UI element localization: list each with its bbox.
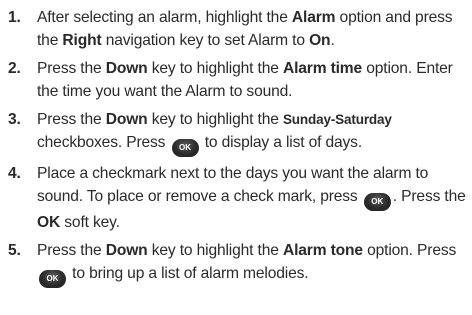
step-text: navigation key to set Alarm to <box>101 32 310 49</box>
bold-term: Alarm tone <box>282 242 363 259</box>
step-text: soft key. <box>60 214 120 231</box>
bold-term: Down <box>105 242 148 259</box>
step-text: Press the <box>37 111 106 128</box>
step-text: . <box>330 32 335 49</box>
step-text: After selecting an alarm, highlight the <box>37 9 292 26</box>
ok-key-icon: OK <box>363 193 391 211</box>
step-text: to display a list of days. <box>200 134 363 151</box>
ok-key-icon: OK <box>39 270 66 288</box>
bold-term: Sunday-Saturday <box>282 112 392 127</box>
step-text: to bring up a list of alarm melodies. <box>68 265 309 282</box>
step-number: 5. <box>8 242 21 259</box>
instruction-steps: 1. After selecting an alarm, highlight t… <box>8 6 466 288</box>
step-3: 3. Press the Down key to highlight the S… <box>8 108 466 157</box>
bold-term: Down <box>105 111 148 128</box>
bold-term: Down <box>105 60 148 77</box>
bold-term: Alarm <box>291 9 336 26</box>
step-number: 4. <box>8 165 21 182</box>
step-number: 3. <box>8 111 21 128</box>
bold-term: On <box>309 32 331 49</box>
step-text: option. Press <box>362 242 457 259</box>
step-text: key to highlight the <box>147 60 283 77</box>
step-text: checkboxes. Press <box>37 134 170 151</box>
document-page: 1. After selecting an alarm, highlight t… <box>0 0 472 315</box>
bold-term: Alarm time <box>282 60 363 77</box>
step-1: 1. After selecting an alarm, highlight t… <box>8 6 466 52</box>
step-text: key to highlight the <box>147 111 283 128</box>
bold-term: Right <box>62 32 102 49</box>
ok-key-icon: OK <box>171 139 199 157</box>
step-text: . Press the <box>392 188 466 205</box>
step-4: 4. Place a checkmark next to the days yo… <box>8 162 466 234</box>
step-5: 5. Press the Down key to highlight the A… <box>8 239 466 288</box>
step-text: Press the <box>37 60 106 77</box>
step-2: 2. Press the Down key to highlight the A… <box>8 57 466 103</box>
bold-term: OK <box>37 214 61 231</box>
step-number: 1. <box>8 9 21 26</box>
step-number: 2. <box>8 60 21 77</box>
step-text: Press the <box>37 242 106 259</box>
step-text: key to highlight the <box>147 242 283 259</box>
